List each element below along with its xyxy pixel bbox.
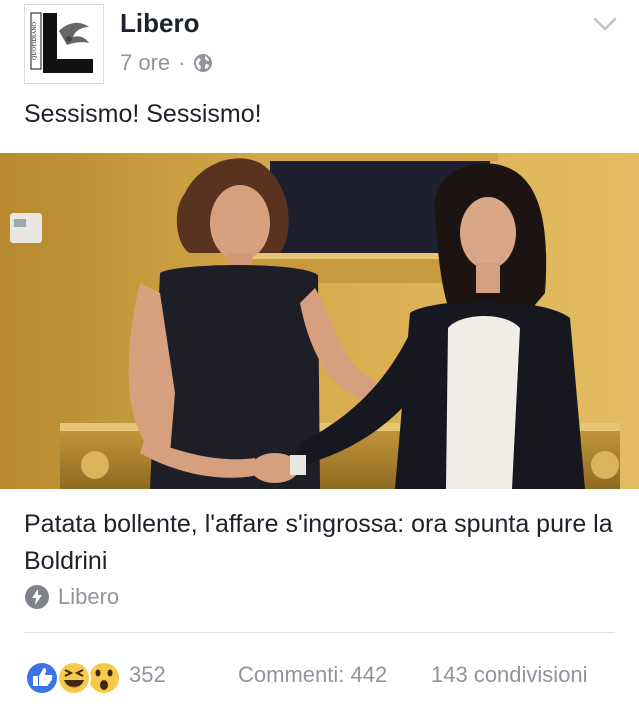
lightning-icon [25,585,49,609]
shares-count[interactable]: 143 condivisioni [431,662,588,688]
link-source[interactable]: Libero [24,584,119,610]
post-card: QUOTIDIANO Libero 7 ore · Sessismo! Sess… [0,0,639,706]
link-title[interactable]: Patata bollente, l'affare s'ingrossa: or… [24,506,614,580]
logo-vertical-text: QUOTIDIANO [32,21,38,60]
page-avatar[interactable]: QUOTIDIANO [24,4,104,84]
comments-count[interactable]: Commenti: 442 [238,662,387,688]
meta-separator: · [178,50,186,75]
chevron-down-icon[interactable] [593,14,617,34]
post-time[interactable]: 7 ore [120,50,170,76]
page-name[interactable]: Libero [120,8,199,39]
post-header: QUOTIDIANO Libero 7 ore · [0,0,639,92]
laugh-icon [57,661,91,695]
engagement-bar: 352 Commenti: 442 143 condivisioni [0,652,639,700]
globe-icon [194,54,213,72]
reactions-summary[interactable] [24,658,124,698]
post-text: Sessismo! Sessismo! [24,100,262,128]
link-source-label: Libero [58,584,120,609]
link-image[interactable] [0,153,639,489]
photo-illustration [0,153,639,489]
divider [24,632,615,633]
like-icon [25,661,59,695]
reaction-count[interactable]: 352 [129,662,166,688]
post-meta: 7 ore · [120,50,213,76]
wow-icon [87,661,121,695]
libero-logo-icon: QUOTIDIANO [29,9,99,79]
